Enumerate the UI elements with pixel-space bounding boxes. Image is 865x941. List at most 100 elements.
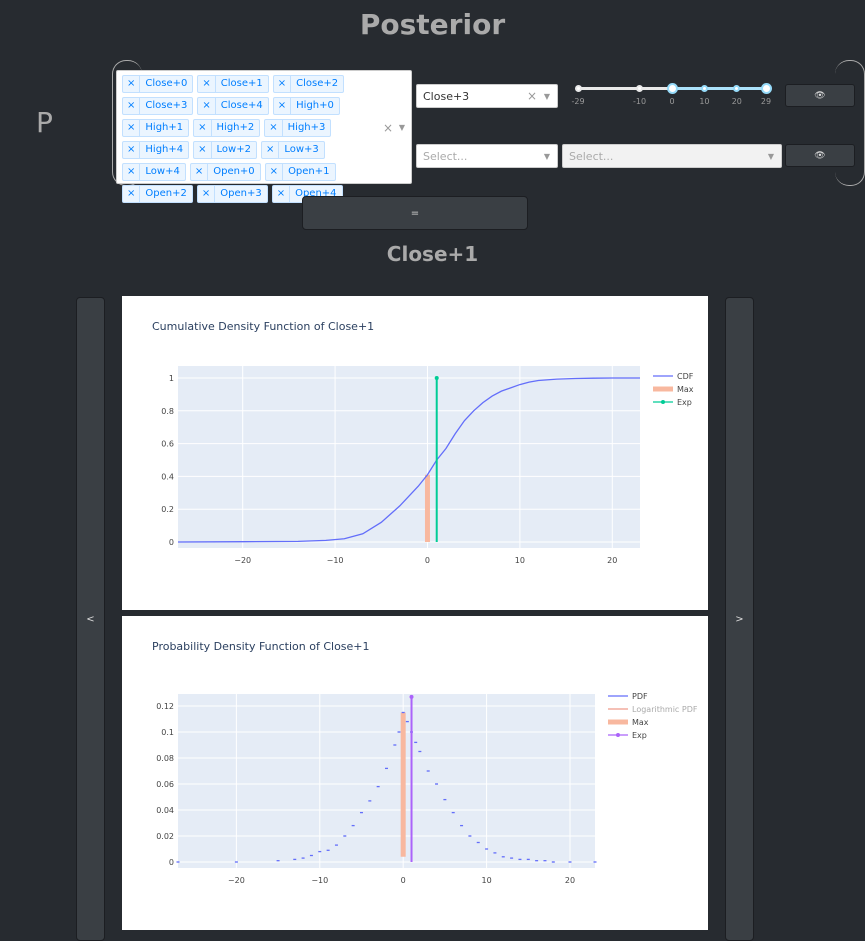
y-tick-label: 0.12 [156, 702, 174, 711]
remove-chip-icon[interactable]: × [123, 120, 141, 136]
chip-label: Close+0 [145, 78, 188, 89]
view-button[interactable]: 👁 [785, 84, 855, 107]
y-tick-label: 0.6 [161, 440, 174, 449]
remove-chip-icon[interactable]: × [274, 76, 292, 92]
chip-high-plus-3: × High+3 [264, 119, 332, 137]
chip-low-plus-4: × Low+4 [122, 163, 186, 181]
chip-high-plus-0: × High+0 [272, 97, 340, 115]
variables-multi-select[interactable]: × Close+0 × Close+1 × Close+2 × Close+3 × Close+4… [116, 70, 412, 203]
remove-chip-icon[interactable]: × [198, 76, 216, 92]
remove-chip-icon[interactable]: × [198, 98, 216, 114]
remove-chip-icon[interactable]: × [194, 142, 212, 158]
chip-label: Open+3 [220, 188, 262, 199]
chip-close-plus-0: × Close+0 [122, 75, 194, 93]
remove-chip-icon[interactable]: × [198, 186, 216, 202]
y-tick-label: 0.02 [156, 832, 174, 841]
exp-marker [434, 376, 439, 380]
chip-label: High+2 [216, 122, 255, 133]
eye-icon: 👁 [814, 150, 826, 161]
exp-marker [409, 694, 414, 699]
chip-open-plus-1: × Open+1 [264, 163, 336, 181]
legend-label: Max [677, 385, 694, 394]
slider-dot [733, 85, 741, 92]
remove-chip-icon[interactable]: × [123, 164, 141, 180]
slider-mark-label: -10 [633, 97, 647, 106]
remove-chip-icon[interactable]: × [191, 164, 209, 180]
next-button[interactable]: > [725, 297, 754, 941]
x-tick-label: −20 [234, 556, 251, 565]
chip-close-plus-2: × Close+2 [272, 75, 345, 93]
x-tick-label: −10 [327, 556, 344, 565]
chip-label: Low+4 [145, 166, 180, 177]
select-b[interactable]: Select... ▼ [562, 144, 782, 168]
x-tick-label: 0 [401, 876, 406, 885]
cdf-chart-svg: Cumulative Density Function of Close+1 −2… [152, 320, 694, 565]
remove-chip-icon[interactable]: × [123, 76, 141, 92]
target-select[interactable]: Close+3 × ▼ [416, 84, 558, 108]
x-tick-label: 20 [565, 876, 575, 885]
chip-low-plus-3: × Low+3 [260, 141, 325, 159]
chip-close-plus-3: × Close+3 [122, 97, 194, 115]
chip-label: High+0 [296, 100, 334, 111]
plot-area [178, 366, 640, 548]
x-tick-label: −20 [228, 876, 245, 885]
range-slider[interactable]: -29 -10 0 10 20 29 [571, 80, 772, 110]
remove-chip-icon[interactable]: × [123, 142, 141, 158]
legend-label: Exp [677, 398, 692, 407]
remove-chip-icon[interactable]: × [123, 98, 141, 114]
select-b-placeholder: Select... [569, 150, 614, 163]
chip-high-plus-1: × High+1 [122, 119, 190, 137]
slider-dot [636, 85, 644, 92]
remove-chip-icon[interactable]: × [194, 120, 212, 136]
eye-icon: 👁 [814, 90, 826, 101]
view-button-2[interactable]: 👁 [785, 144, 855, 167]
legend-label: Max [632, 718, 649, 727]
y-tick-label: 0.1 [161, 728, 174, 737]
slider-dot [700, 85, 708, 92]
chevron-down-icon[interactable]: ▼ [544, 92, 550, 101]
chip-label: High+3 [287, 122, 326, 133]
remove-chip-icon[interactable]: × [266, 164, 284, 180]
chip-close-plus-4: × Close+4 [197, 97, 269, 115]
y-tick-label: 0.4 [161, 472, 174, 481]
pdf-chart-svg: Probability Density Function of Close+1 −… [152, 640, 698, 885]
chip-close-plus-1: × Close+1 [197, 75, 269, 93]
pdf-chart: Probability Density Function of Close+1 −… [122, 616, 708, 930]
clear-all-icon[interactable]: × [383, 121, 393, 135]
remove-chip-icon[interactable]: × [274, 98, 292, 114]
slider-mark-label: 20 [731, 97, 742, 106]
chip-list: × Close+0 × Close+1 × Close+2 × Close+3 × Close+4… [120, 73, 381, 205]
chevron-down-icon[interactable]: ▼ [768, 152, 774, 161]
chip-high-plus-4: × High+4 [122, 141, 190, 159]
slider-handle[interactable] [760, 83, 772, 94]
x-tick-label: 10 [515, 556, 525, 565]
chip-label: High+1 [145, 122, 184, 133]
chip-label: Low+2 [216, 144, 251, 155]
chevron-down-icon[interactable]: ▼ [399, 123, 405, 132]
chart-title: Cumulative Density Function of Close+1 [152, 320, 374, 333]
y-tick-label: 0.2 [161, 505, 174, 514]
slider-mark-label: 10 [699, 97, 710, 106]
remove-chip-icon[interactable]: × [273, 186, 291, 202]
remove-chip-icon[interactable]: × [265, 120, 283, 136]
clear-icon[interactable]: × [527, 89, 537, 103]
target-select-value: Close+3 [423, 90, 470, 103]
prev-button[interactable]: < [76, 297, 105, 941]
chip-low-plus-2: × Low+2 [193, 141, 257, 159]
slider-mark-label: 29 [760, 97, 772, 106]
y-tick-label: 1 [169, 374, 174, 383]
remove-chip-icon[interactable]: × [123, 186, 141, 202]
x-tick-label: 10 [481, 876, 491, 885]
remove-chip-icon[interactable]: × [262, 142, 280, 158]
legend-label: CDF [677, 372, 694, 381]
chevron-down-icon[interactable]: ▼ [544, 152, 550, 161]
legend-label: Exp [632, 731, 647, 740]
x-tick-label: −10 [311, 876, 328, 885]
chip-label: Open+2 [145, 188, 187, 199]
slider-track [672, 87, 766, 90]
slider-handle[interactable] [666, 83, 678, 94]
chip-label: Close+3 [145, 100, 188, 111]
equals-button[interactable]: = [302, 196, 528, 230]
select-a[interactable]: Select... ▼ [416, 144, 558, 168]
slider-mark-label: 0 [669, 97, 675, 106]
